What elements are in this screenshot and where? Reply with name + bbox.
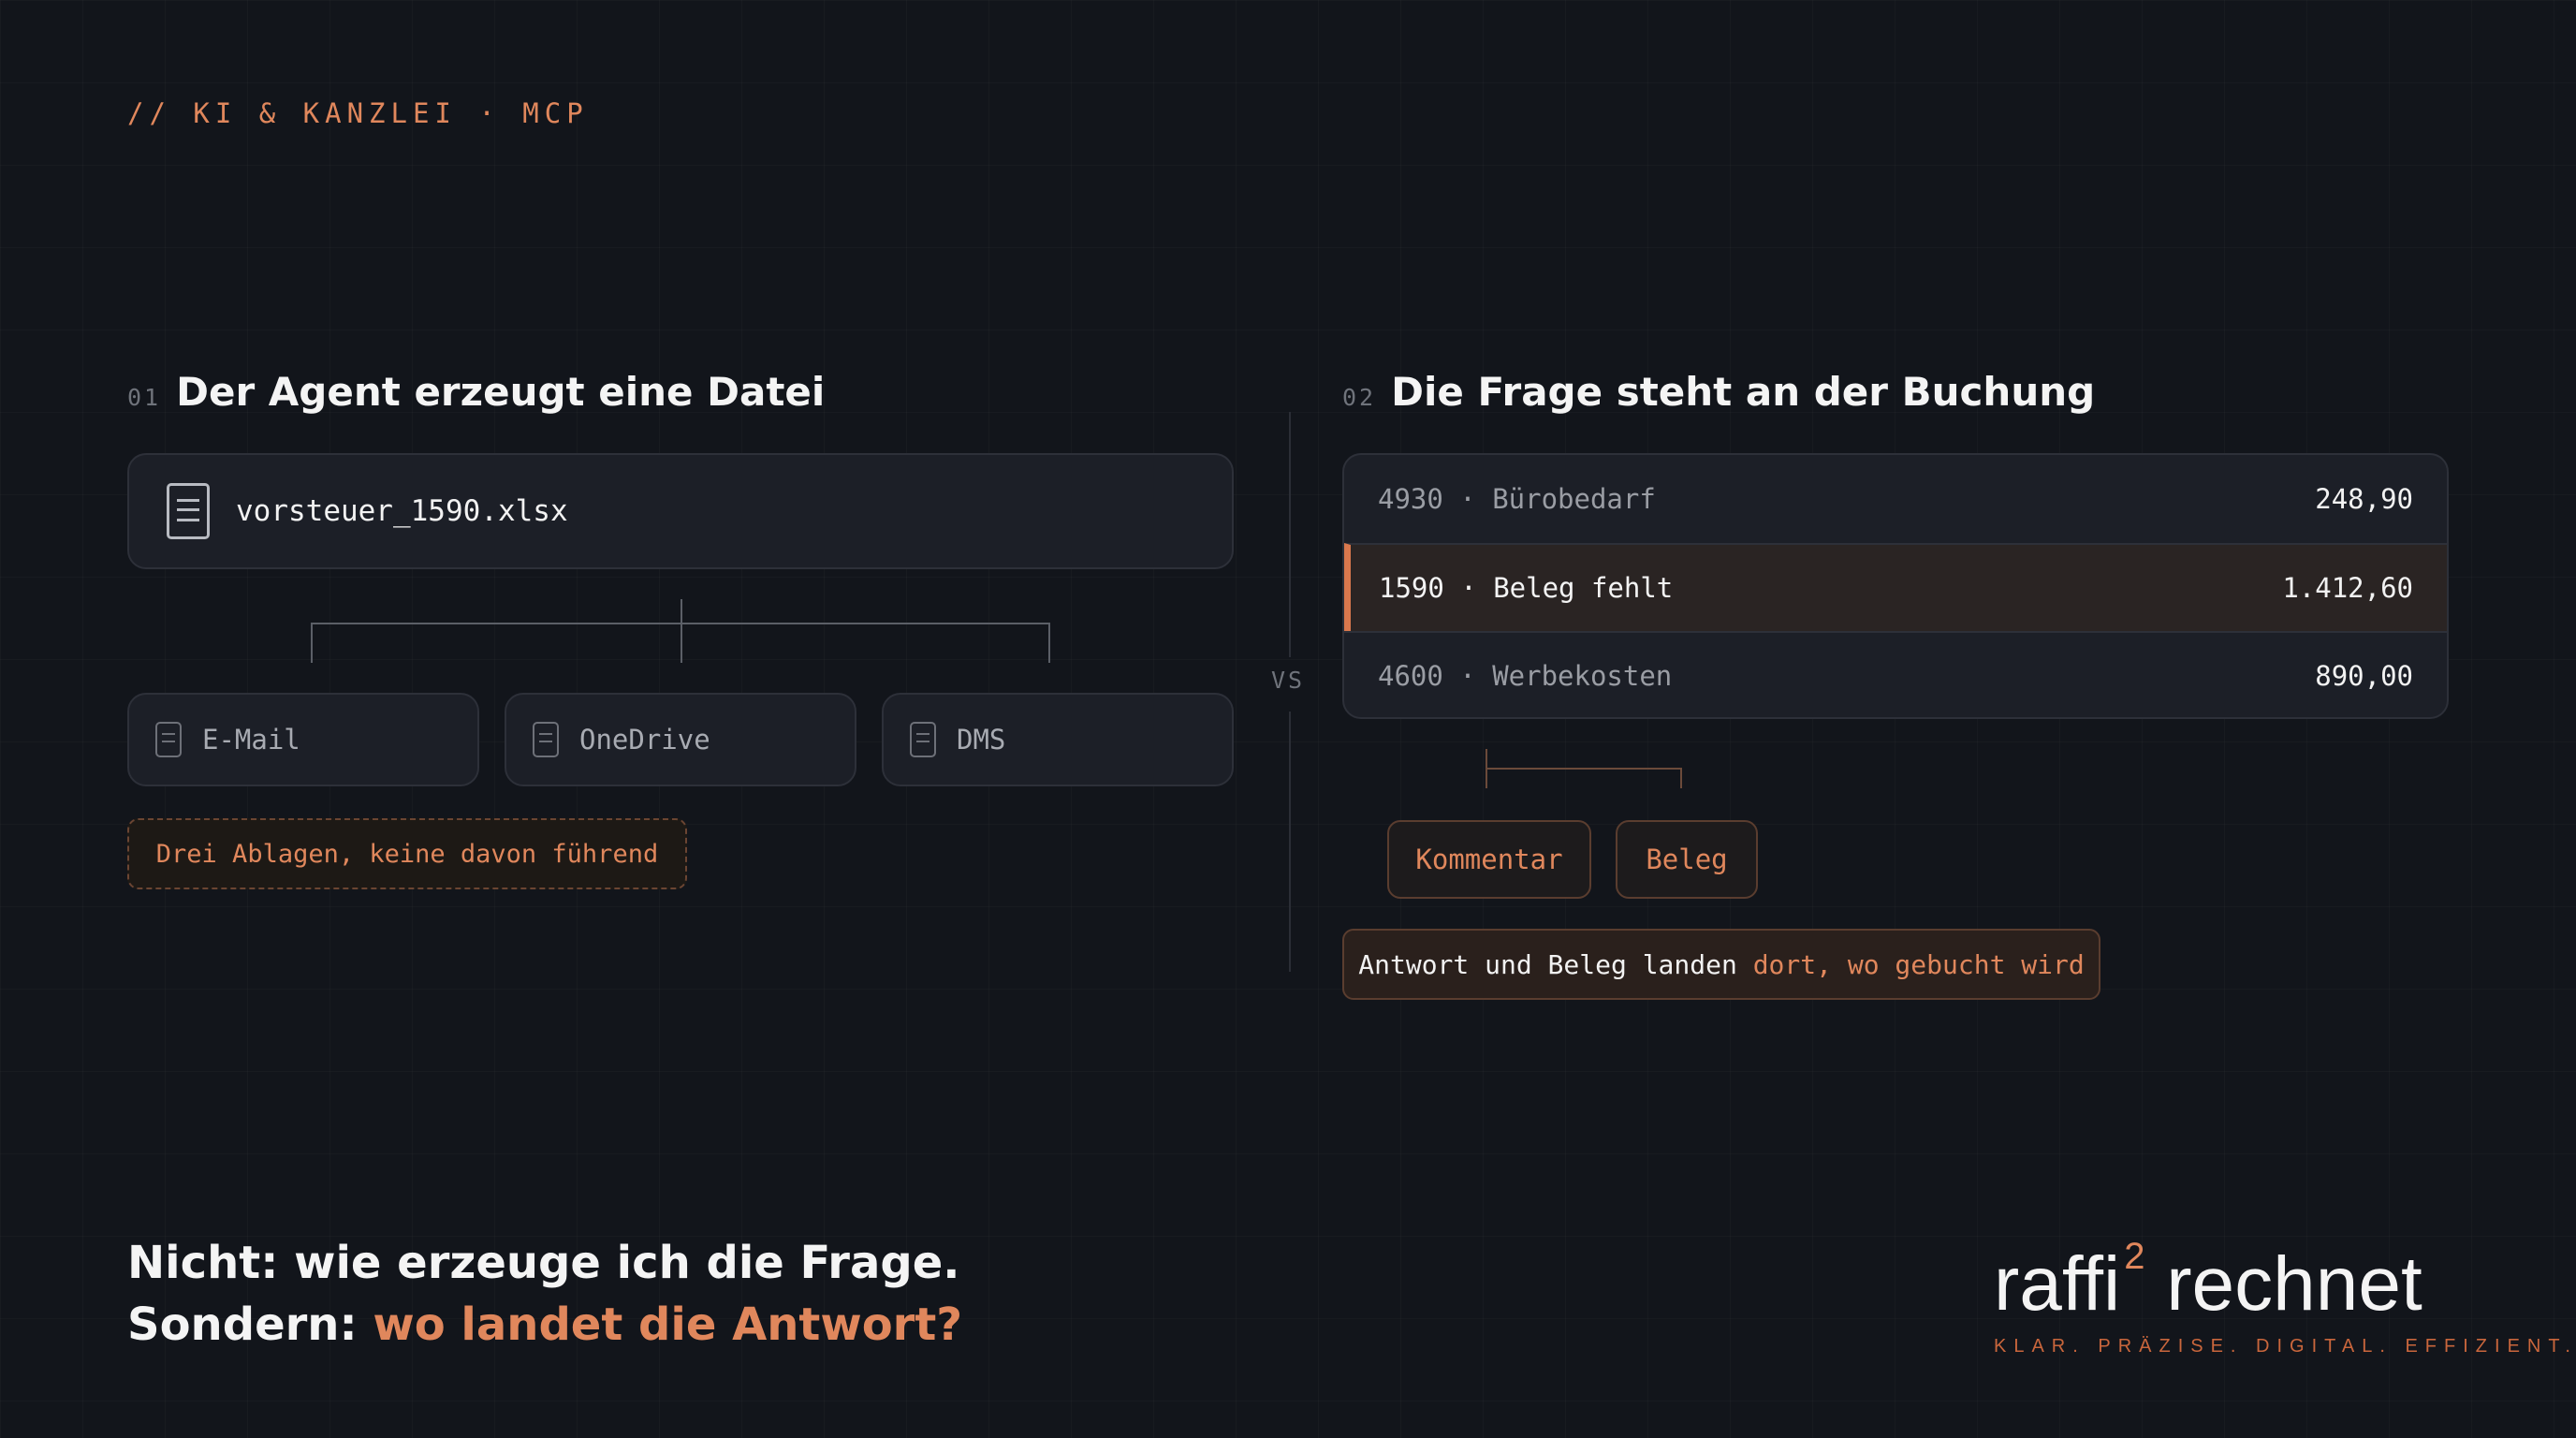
- logo-tagline: KLAR. PRÄZISE. DIGITAL. EFFIZIENT.: [1994, 1336, 2576, 1357]
- section-number: 02: [1342, 384, 1377, 411]
- document-icon: [155, 722, 182, 757]
- logo-superscript: 2: [2124, 1236, 2145, 1277]
- answer-highlight: dort, wo gebucht wird: [1752, 948, 2085, 980]
- ledger-row[interactable]: 4600 · Werbekosten 890,00: [1344, 631, 2447, 717]
- store-label: E-Mail: [202, 724, 300, 756]
- statement-prefix: Sondern:: [127, 1299, 373, 1351]
- bottom-statement: Nicht: wie erzeuge ich die Frage. Sonder…: [127, 1232, 962, 1356]
- logo-word-rechnet: rechnet: [2144, 1241, 2422, 1327]
- store-label: DMS: [957, 724, 1006, 756]
- answer-text: Antwort und Beleg landen: [1358, 948, 1753, 980]
- section-01-heading: 01 Der Agent erzeugt eine Datei: [127, 369, 825, 415]
- store-card-onedrive[interactable]: OneDrive: [505, 693, 856, 786]
- brand-logo: raffi 2 rechnet KLAR. PRÄZISE. DIGITAL. E…: [1994, 1236, 2576, 1357]
- store-card-dms[interactable]: DMS: [882, 693, 1234, 786]
- receipt-button[interactable]: Beleg: [1616, 820, 1758, 899]
- store-card-email[interactable]: E-Mail: [127, 693, 479, 786]
- account-label: 1590 · Beleg fehlt: [1379, 572, 1674, 604]
- booking-ledger: 4930 · Bürobedarf 248,90 1590 · Beleg fe…: [1342, 453, 2449, 719]
- document-icon: [910, 722, 936, 757]
- amount: 1.412,60: [2282, 572, 2413, 604]
- document-icon: [533, 722, 559, 757]
- logo-word-raffi: raffi: [1994, 1241, 2121, 1327]
- section-number: 01: [127, 384, 162, 411]
- section-title: Der Agent erzeugt eine Datei: [176, 369, 826, 415]
- comment-button[interactable]: Kommentar: [1387, 820, 1591, 899]
- statement-line-1: Nicht: wie erzeuge ich die Frage.: [127, 1237, 960, 1289]
- vertical-divider: [1289, 712, 1291, 972]
- ledger-row[interactable]: 4930 · Bürobedarf 248,90: [1344, 455, 2447, 543]
- section-title: Die Frage steht an der Buchung: [1391, 369, 2096, 415]
- account-label: 4600 · Werbekosten: [1378, 660, 1673, 692]
- document-icon: [167, 483, 210, 539]
- kicker-label: // KI & KANZLEI · MCP: [127, 97, 589, 129]
- vs-label: VS: [1271, 667, 1306, 694]
- amount: 890,00: [2315, 660, 2413, 692]
- statement-accent: wo landet die Antwort?: [373, 1299, 963, 1351]
- warning-note: Drei Ablagen, keine davon führend: [127, 818, 687, 889]
- answer-callout: Antwort und Beleg landen dort, wo gebuch…: [1342, 929, 2100, 1000]
- statement-line-2: Sondern: wo landet die Antwort?: [127, 1294, 962, 1356]
- amount: 248,90: [2315, 483, 2413, 515]
- account-label: 4930 · Bürobedarf: [1378, 483, 1656, 515]
- generated-file-card[interactable]: vorsteuer_1590.xlsx: [127, 453, 1234, 569]
- ledger-row-selected[interactable]: 1590 · Beleg fehlt 1.412,60: [1344, 543, 2447, 631]
- section-02-heading: 02 Die Frage steht an der Buchung: [1342, 369, 2095, 415]
- store-label: OneDrive: [579, 724, 710, 756]
- vertical-divider: [1289, 412, 1291, 657]
- file-name: vorsteuer_1590.xlsx: [236, 494, 568, 528]
